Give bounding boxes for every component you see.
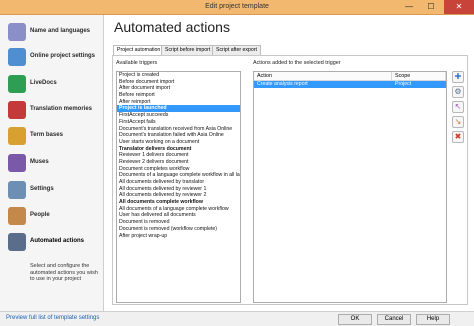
trigger-list[interactable]: Project is created Before document import… xyxy=(116,71,241,303)
livedocs-icon xyxy=(8,75,26,93)
sidebar-item-muses[interactable]: Muses xyxy=(4,151,102,175)
sidebar-item-term-bases[interactable]: Term bases xyxy=(4,124,102,148)
sidebar-item-label: Term bases xyxy=(30,132,63,138)
main-panel: Automated actions Project automation Scr… xyxy=(104,15,474,311)
muses-icon xyxy=(8,154,26,172)
configure-action-button[interactable]: ⚙ xyxy=(452,86,464,98)
list-item[interactable]: Document completes workflow xyxy=(117,166,240,173)
move-down-icon: ↘ xyxy=(454,117,462,126)
footer: Preview full list of template settings O… xyxy=(0,311,474,326)
sidebar-item-settings[interactable]: Settings xyxy=(4,178,102,202)
sidebar-item-label: Settings xyxy=(30,186,54,192)
actions-table[interactable]: Action Scope Create analysis report Proj… xyxy=(253,71,447,303)
close-button[interactable]: ✕ xyxy=(444,0,474,14)
list-item[interactable]: After project wrap-up xyxy=(117,233,240,240)
automated-actions-icon xyxy=(8,233,26,251)
list-item[interactable]: Translator delivers document xyxy=(117,146,240,153)
preview-settings-link[interactable]: Preview full list of template settings xyxy=(6,315,99,321)
tab-panel: Available triggers Actions added to the … xyxy=(112,55,468,305)
add-icon: ✚ xyxy=(454,72,462,81)
list-item[interactable]: User starts working on a document xyxy=(117,139,240,146)
scope-cell: Project xyxy=(395,81,412,87)
tab-script-before-import[interactable]: Script before import xyxy=(161,45,215,55)
page-title: Automated actions xyxy=(114,19,230,35)
table-row[interactable]: Create analysis report Project xyxy=(254,81,446,88)
sidebar-item-livedocs[interactable]: LiveDocs xyxy=(4,72,102,96)
list-item[interactable]: Document is removed xyxy=(117,219,240,226)
list-item[interactable]: All documents delivered by reviewer 2 xyxy=(117,192,240,199)
available-triggers-label: Available triggers xyxy=(116,60,158,66)
minimize-button[interactable]: — xyxy=(398,0,420,14)
list-item[interactable]: FirstAccept succeeds xyxy=(117,112,240,119)
add-action-button[interactable]: ✚ xyxy=(452,71,464,83)
list-item[interactable]: Project is created xyxy=(117,72,240,79)
document-flag-icon xyxy=(8,23,26,41)
globe-icon xyxy=(8,48,26,66)
sidebar: Name and languages Online project settin… xyxy=(0,15,104,311)
list-item[interactable]: After reimport xyxy=(117,99,240,106)
move-up-icon: ↖ xyxy=(454,102,462,111)
action-cell: Create analysis report xyxy=(257,81,308,87)
move-down-button[interactable]: ↘ xyxy=(452,116,464,128)
list-item[interactable]: FirstAccept fails xyxy=(117,119,240,126)
sidebar-item-online-project-settings[interactable]: Online project settings xyxy=(4,45,102,69)
sidebar-item-label: LiveDocs xyxy=(30,80,57,86)
list-item[interactable]: Documents of a language complete workflo… xyxy=(117,172,240,179)
list-item[interactable]: All documents delivered by translator xyxy=(117,179,240,186)
cancel-button[interactable]: Cancel xyxy=(377,314,411,325)
list-item[interactable]: All documents complete workflow xyxy=(117,199,240,206)
sidebar-item-label: Muses xyxy=(30,159,49,165)
list-item[interactable]: Reviewer 1 delivers document xyxy=(117,152,240,159)
sidebar-item-label: Automated actions xyxy=(30,238,85,244)
sidebar-item-name-and-languages[interactable]: Name and languages xyxy=(4,20,102,44)
maximize-button[interactable]: ☐ xyxy=(420,0,442,14)
remove-action-button[interactable]: ✖ xyxy=(452,131,464,143)
termbase-icon xyxy=(8,127,26,145)
gears-icon xyxy=(8,181,26,199)
tab-script-after-export[interactable]: Script after export xyxy=(212,45,261,55)
translation-memory-icon xyxy=(8,101,26,119)
list-item[interactable]: Before reimport xyxy=(117,92,240,99)
sidebar-item-people[interactable]: People xyxy=(4,204,102,228)
list-item[interactable]: Before document import xyxy=(117,79,240,86)
sidebar-item-label: People xyxy=(30,212,50,218)
remove-icon: ✖ xyxy=(454,132,462,141)
sidebar-item-translation-memories[interactable]: Translation memories xyxy=(4,98,102,122)
move-up-button[interactable]: ↖ xyxy=(452,101,464,113)
list-item[interactable]: Document's translation received from Asi… xyxy=(117,126,240,133)
ok-button[interactable]: OK xyxy=(338,314,372,325)
list-item[interactable]: User has delivered all documents xyxy=(117,212,240,219)
list-item[interactable]: Document's translation failed with Asia … xyxy=(117,132,240,139)
list-item[interactable]: After document import xyxy=(117,85,240,92)
list-item[interactable]: Project is launched xyxy=(117,105,240,113)
people-icon xyxy=(8,207,26,225)
actions-label: Actions added to the selected trigger xyxy=(253,60,341,66)
configure-icon: ⚙ xyxy=(454,87,462,96)
list-item[interactable]: All documents delivered by reviewer 1 xyxy=(117,186,240,193)
column-header-action[interactable]: Action xyxy=(254,72,392,81)
sidebar-item-label: Translation memories xyxy=(30,106,93,112)
title-bar: Edit project template — ☐ ✕ xyxy=(0,0,474,15)
sidebar-item-description: Select and configure the automated actio… xyxy=(30,263,98,282)
sidebar-item-label: Online project settings xyxy=(30,53,96,59)
list-item[interactable]: All documents of a language complete wor… xyxy=(117,206,240,213)
help-button[interactable]: Help xyxy=(416,314,450,325)
list-item[interactable]: Document is removed (workflow complete) xyxy=(117,226,240,233)
sidebar-item-automated-actions[interactable]: Automated actions xyxy=(4,230,102,254)
sidebar-item-label: Name and languages xyxy=(30,28,91,34)
list-item[interactable]: Reviewer 2 delivers document xyxy=(117,159,240,166)
column-header-scope[interactable]: Scope xyxy=(392,72,446,81)
